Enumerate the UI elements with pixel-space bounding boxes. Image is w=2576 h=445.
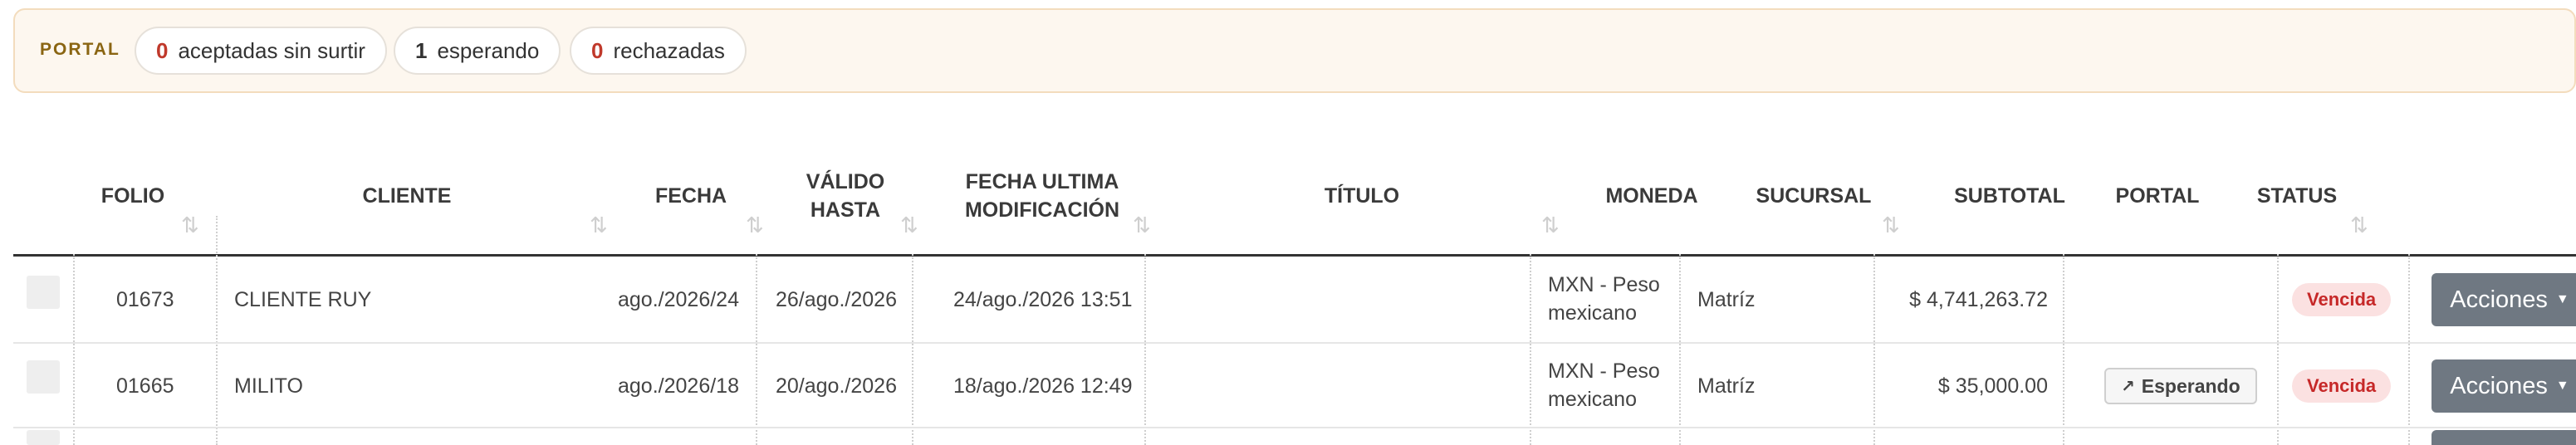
moneda-line: MXN - Peso bbox=[1548, 273, 1660, 296]
column-divider bbox=[756, 254, 757, 445]
cell-fecha: 18/ago./2026 bbox=[618, 374, 739, 398]
sort-icon[interactable]: ⇅ bbox=[1882, 213, 1900, 238]
acciones-label: Acciones bbox=[2450, 286, 2548, 313]
portal-summary-bar: PORTAL 0 aceptadas sin surtir 1 esperand… bbox=[13, 8, 2576, 93]
col-header-status[interactable]: STATUS bbox=[2247, 182, 2347, 210]
cell-subtotal: $ 4,741,263.72 bbox=[1909, 288, 2048, 311]
column-divider bbox=[73, 254, 75, 445]
sort-icon[interactable]: ⇅ bbox=[181, 213, 199, 238]
sort-icon[interactable]: ⇅ bbox=[590, 213, 608, 238]
acciones-label: Acciones bbox=[2450, 372, 2548, 399]
acciones-button[interactable]: Acciones ▼ bbox=[2432, 273, 2576, 326]
status-badge: Vencida bbox=[2292, 283, 2392, 316]
column-divider bbox=[216, 216, 218, 445]
caret-down-icon: ▼ bbox=[2555, 379, 2569, 393]
stat-aceptadas-pill[interactable]: 0 aceptadas sin surtir bbox=[135, 27, 387, 75]
col-header-moneda[interactable]: MONEDA bbox=[1594, 182, 1709, 210]
header-divider bbox=[13, 254, 2576, 257]
col-header-fecha[interactable]: FECHA bbox=[639, 182, 742, 210]
cell-valido: 20/ago./2026 bbox=[776, 374, 897, 398]
column-divider bbox=[1530, 254, 1531, 445]
cell-sucursal: Matríz bbox=[1697, 288, 1756, 311]
portal-status-label: Esperando bbox=[2141, 374, 2241, 397]
sort-icon[interactable]: ⇅ bbox=[746, 213, 764, 238]
header-line: MODIFICACIÓN bbox=[964, 198, 1120, 222]
column-divider bbox=[2408, 254, 2410, 445]
header-line: HASTA bbox=[810, 198, 881, 222]
stat-esperando-pill[interactable]: 1 esperando bbox=[394, 27, 561, 75]
sort-icon[interactable]: ⇅ bbox=[1133, 213, 1151, 238]
column-divider bbox=[2277, 254, 2279, 445]
status-badge: Vencida bbox=[2292, 369, 2392, 403]
header-line: VÁLIDO bbox=[806, 170, 885, 193]
cell-folio: 01665 bbox=[116, 374, 174, 398]
acciones-button[interactable] bbox=[2432, 430, 2576, 445]
stat-label: esperando bbox=[437, 37, 540, 63]
sort-icon[interactable]: ⇅ bbox=[900, 213, 918, 238]
cell-sucursal: Matríz bbox=[1697, 374, 1756, 398]
col-header-cliente[interactable]: CLIENTE bbox=[316, 182, 498, 210]
moneda-line: mexicano bbox=[1548, 388, 1637, 411]
column-divider bbox=[2063, 254, 2064, 445]
row-checkbox[interactable] bbox=[27, 360, 60, 394]
cell-modificacion: 24/ago./2026 13:51 bbox=[953, 288, 1133, 311]
cell-cliente[interactable]: CLIENTE RUY bbox=[234, 286, 371, 314]
stat-label: aceptadas sin surtir bbox=[178, 37, 365, 63]
col-header-titulo[interactable]: TÍTULO bbox=[1279, 182, 1445, 210]
external-link-icon: ↗ bbox=[2121, 377, 2135, 396]
column-divider bbox=[912, 254, 913, 445]
cell-moneda: MXN - Peso mexicano bbox=[1548, 271, 1660, 327]
cell-folio: 01673 bbox=[116, 288, 174, 311]
col-header-valido-hasta[interactable]: VÁLIDO HASTA bbox=[789, 168, 902, 224]
column-divider bbox=[1679, 254, 1681, 445]
column-divider bbox=[1144, 254, 1146, 445]
row-divider bbox=[13, 342, 2576, 344]
moneda-line: MXN - Peso bbox=[1548, 359, 1660, 383]
cell-cliente[interactable]: MILITO bbox=[234, 372, 303, 400]
cell-fecha: 24/ago./2026 bbox=[618, 288, 739, 311]
cell-valido: 26/ago./2026 bbox=[776, 288, 897, 311]
header-line: FECHA ULTIMA bbox=[965, 170, 1119, 193]
col-header-portal: PORTAL bbox=[2115, 184, 2200, 208]
stat-count: 0 bbox=[591, 37, 604, 63]
row-checkbox[interactable] bbox=[27, 276, 60, 309]
stat-count: 1 bbox=[415, 37, 428, 63]
portal-title: PORTAL bbox=[40, 40, 120, 59]
col-header-sucursal[interactable]: SUCURSAL bbox=[1744, 182, 1883, 210]
stat-rechazadas-pill[interactable]: 0 rechazadas bbox=[570, 27, 747, 75]
row-divider bbox=[13, 427, 2576, 428]
col-header-subtotal[interactable]: SUBTOTAL bbox=[1943, 182, 2076, 210]
cell-modificacion: 18/ago./2026 12:49 bbox=[953, 374, 1133, 398]
col-header-fecha-modificacion[interactable]: FECHA ULTIMA MODIFICACIÓN bbox=[938, 168, 1146, 224]
acciones-button[interactable]: Acciones ▼ bbox=[2432, 359, 2576, 413]
portal-esperando-button[interactable]: ↗ Esperando bbox=[2104, 368, 2257, 404]
stat-count: 0 bbox=[156, 37, 169, 63]
cell-moneda: MXN - Peso mexicano bbox=[1548, 357, 1660, 413]
caret-down-icon: ▼ bbox=[2555, 292, 2569, 306]
cell-subtotal: $ 35,000.00 bbox=[1937, 374, 2048, 398]
row-checkbox[interactable] bbox=[27, 430, 60, 445]
stat-label: rechazadas bbox=[613, 37, 725, 63]
sort-icon[interactable]: ⇅ bbox=[1541, 213, 1560, 238]
sort-icon[interactable]: ⇅ bbox=[2350, 213, 2368, 238]
col-header-folio[interactable]: FOLIO bbox=[83, 182, 183, 210]
column-divider bbox=[1873, 254, 1875, 445]
moneda-line: mexicano bbox=[1548, 301, 1637, 325]
